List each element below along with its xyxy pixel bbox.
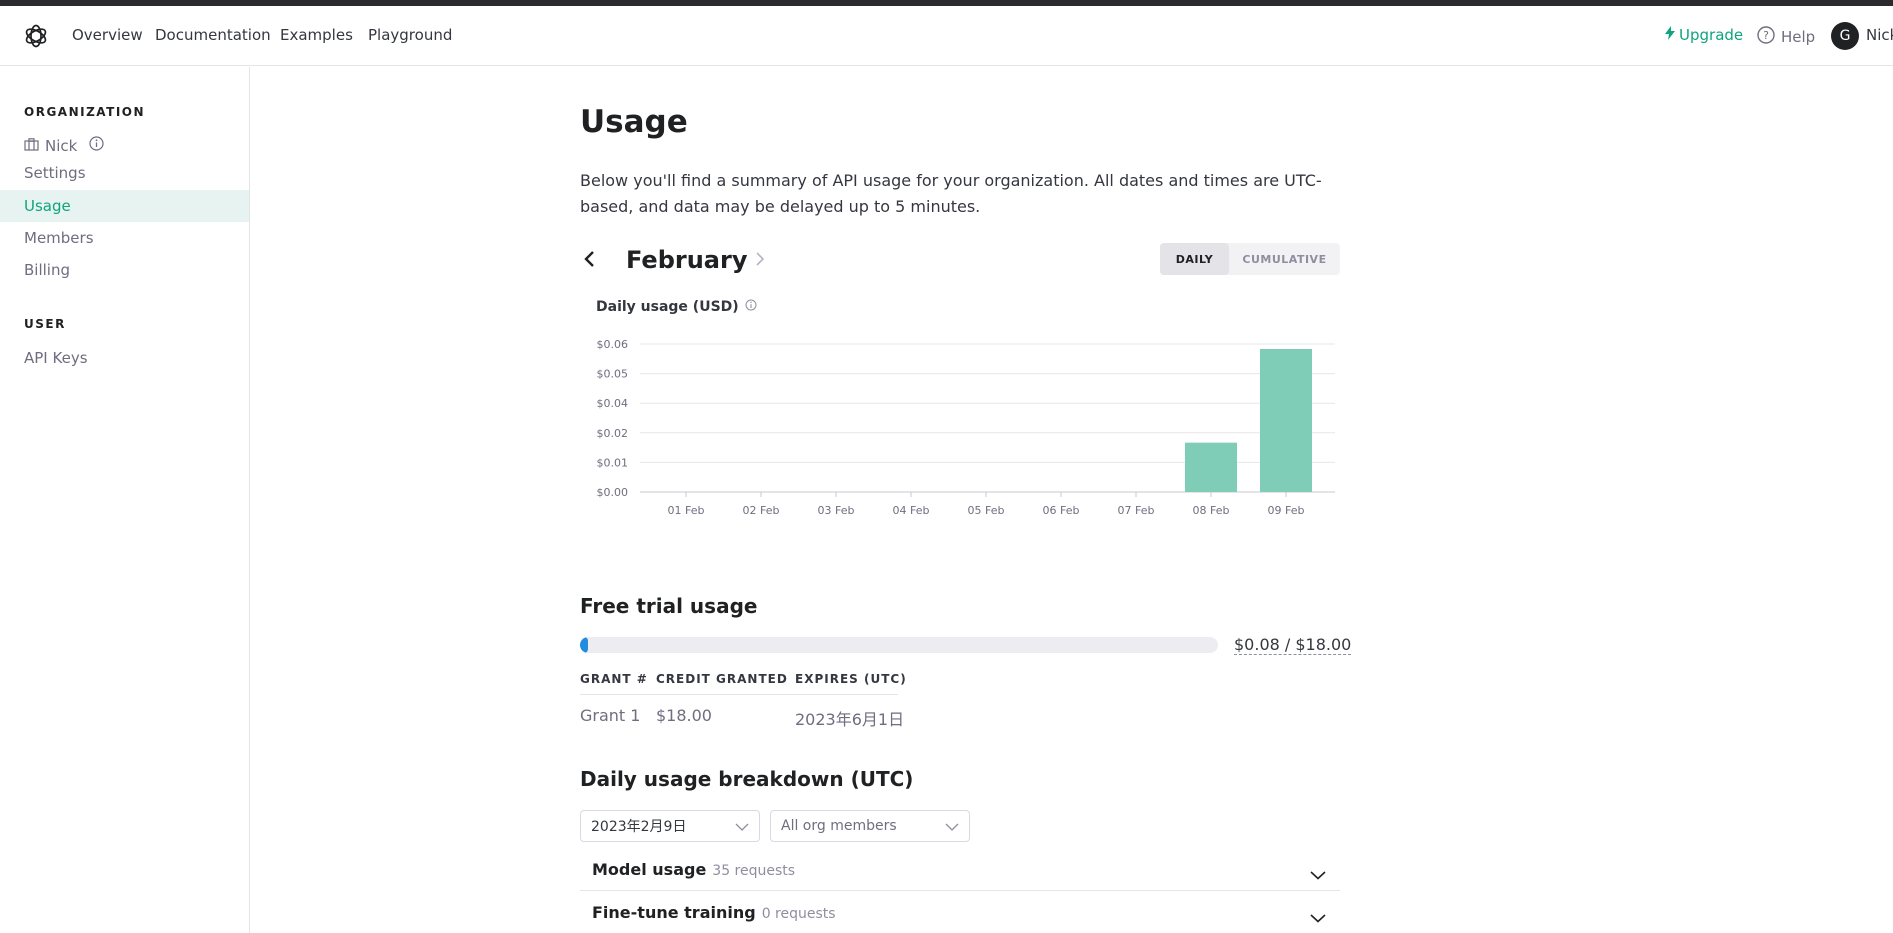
model-usage-section[interactable]: Model usage 35 requests: [580, 851, 1340, 891]
chart-title: Daily usage (USD): [596, 299, 757, 315]
svg-text:?: ?: [1763, 29, 1769, 42]
chart-info-icon[interactable]: [745, 299, 757, 315]
chevron-down-icon: [945, 820, 959, 836]
help-link[interactable]: ? Help: [1757, 26, 1815, 48]
member-select-value: All org members: [781, 818, 897, 834]
chevron-down-icon[interactable]: [1310, 908, 1326, 927]
chart-bar: [1185, 442, 1237, 492]
x-tick-label: 09 Feb: [1268, 504, 1305, 517]
user-name[interactable]: Nick: [1866, 26, 1893, 44]
fine-tune-training-section[interactable]: Fine-tune training 0 requests: [580, 894, 1340, 933]
model-usage-label: Model usage: [592, 860, 707, 879]
next-month-chevron-icon[interactable]: [754, 249, 766, 274]
intro-text: Below you'll find a summary of API usage…: [580, 171, 1322, 216]
sidebar-item-members[interactable]: Members: [0, 222, 249, 254]
openai-logo-icon[interactable]: [23, 23, 49, 49]
x-tick-label: 08 Feb: [1193, 504, 1230, 517]
help-icon: ?: [1757, 26, 1775, 48]
chevron-down-icon: [735, 820, 749, 836]
grant-table-divider: [580, 694, 898, 695]
avatar[interactable]: G: [1831, 22, 1859, 50]
chart-title-label: Daily usage (USD): [596, 299, 739, 315]
model-usage-title: Model usage 35 requests: [592, 860, 795, 879]
member-select[interactable]: All org members: [770, 810, 970, 842]
y-tick-label: $0.00: [597, 486, 629, 499]
upgrade-link[interactable]: Upgrade: [1665, 26, 1743, 44]
free-trial-progress-bar: [580, 637, 1218, 653]
sidebar-item-settings[interactable]: Settings: [0, 157, 249, 189]
free-trial-amount[interactable]: $0.08 / $18.00: [1234, 635, 1352, 655]
fine-tune-label: Fine-tune training: [592, 903, 756, 922]
view-toggle: DAILY CUMULATIVE: [1160, 243, 1340, 275]
free-trial-title: Free trial usage: [580, 594, 758, 618]
y-tick-label: $0.05: [597, 368, 629, 381]
grant-header-expires: EXPIRES (UTC): [795, 672, 907, 686]
sidebar-item-api-keys[interactable]: API Keys: [0, 342, 249, 374]
info-icon[interactable]: [89, 136, 104, 155]
upgrade-label: Upgrade: [1679, 26, 1744, 44]
x-tick-label: 06 Feb: [1043, 504, 1080, 517]
sidebar-user-heading: USER: [24, 317, 66, 331]
daily-toggle-button[interactable]: DAILY: [1160, 243, 1229, 275]
x-tick-label: 03 Feb: [818, 504, 855, 517]
x-tick-label: 04 Feb: [893, 504, 930, 517]
date-select[interactable]: 2023年2月9日: [580, 810, 760, 842]
cumulative-toggle-button[interactable]: CUMULATIVE: [1229, 243, 1340, 275]
free-trial-progress-fill: [580, 637, 588, 653]
grant-header-number: GRANT #: [580, 672, 648, 686]
building-icon: [24, 137, 39, 155]
nav-playground-link[interactable]: Playground: [368, 26, 452, 44]
y-tick-label: $0.04: [597, 397, 629, 410]
sidebar-organization-heading: ORGANIZATION: [24, 105, 146, 119]
grant-cell-credit: $18.00: [656, 706, 712, 725]
y-tick-label: $0.06: [597, 338, 629, 351]
nav-documentation-link[interactable]: Documentation: [155, 26, 271, 44]
sidebar-item-usage[interactable]: Usage: [0, 190, 249, 222]
date-select-value: 2023年2月9日: [591, 819, 687, 835]
sidebar-org-name[interactable]: Nick: [24, 136, 104, 155]
chart-bar: [1260, 348, 1312, 492]
sidebar: ORGANIZATION Nick Settings Usage Members…: [0, 67, 250, 933]
lightning-icon: [1665, 26, 1675, 44]
model-usage-count: 35 requests: [712, 863, 796, 879]
top-navigation: Overview Documentation Examples Playgrou…: [0, 6, 1893, 66]
month-selector: February DAILY CUMULATIVE: [580, 243, 1340, 283]
daily-usage-chart: $0.00 $0.01 $0.02 $0.04 $0.05 $0.06 01 Feb 02 F…: [597, 338, 1335, 517]
x-tick-label: 02 Feb: [743, 504, 780, 517]
current-month: February: [626, 246, 748, 274]
fine-tune-count: 0 requests: [761, 906, 836, 922]
nav-overview-link[interactable]: Overview: [72, 26, 143, 44]
fine-tune-title: Fine-tune training 0 requests: [592, 903, 836, 922]
help-label: Help: [1781, 28, 1816, 46]
grant-header-credit: CREDIT GRANTED: [656, 672, 788, 686]
grant-cell-number: Grant 1: [580, 706, 641, 725]
org-name-label: Nick: [45, 136, 78, 155]
y-tick-label: $0.01: [597, 456, 629, 469]
nav-examples-link[interactable]: Examples: [280, 26, 353, 44]
x-tick-label: 05 Feb: [968, 504, 1005, 517]
breakdown-title: Daily usage breakdown (UTC): [580, 767, 914, 791]
prev-month-chevron-icon[interactable]: [583, 249, 597, 274]
sidebar-item-billing[interactable]: Billing: [0, 254, 249, 286]
x-tick-label: 07 Feb: [1118, 504, 1155, 517]
y-tick-label: $0.02: [597, 427, 629, 440]
grant-cell-expires: 2023年6月1日: [795, 710, 905, 729]
x-tick-label: 01 Feb: [668, 504, 705, 517]
page-title: Usage: [580, 104, 688, 140]
chevron-down-icon[interactable]: [1310, 865, 1326, 884]
